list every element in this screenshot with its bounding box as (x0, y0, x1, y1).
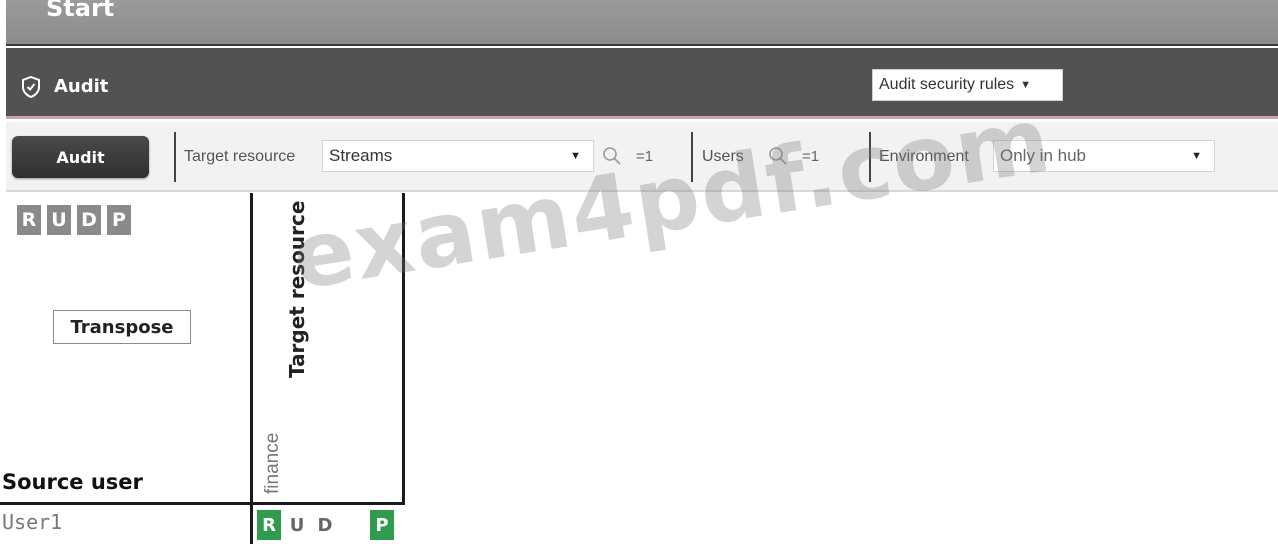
start-title[interactable]: Start (46, 0, 114, 22)
legend-delete: D (77, 205, 101, 235)
grid-line (250, 193, 253, 544)
permission-read-granted[interactable]: R (257, 510, 281, 540)
permission-delete-denied[interactable]: D (313, 510, 337, 540)
column-header-finance[interactable]: finance (258, 384, 288, 494)
start-bar: Start (6, 0, 1278, 46)
legend-read: R (17, 205, 41, 235)
permission-update-denied[interactable]: U (285, 510, 309, 540)
target-resource-label: Target resource (184, 148, 296, 165)
grid-line (0, 502, 405, 505)
source-user-header: Source user (2, 470, 143, 494)
audit-button[interactable]: Audit (12, 136, 149, 178)
shield-icon (22, 76, 40, 98)
legend-publish: P (107, 205, 131, 235)
page-title: Audit (54, 76, 109, 97)
legend-update: U (47, 205, 71, 235)
audit-rules-dropdown-label: Audit security rules (879, 76, 1015, 93)
row-user[interactable]: User1 (2, 510, 62, 534)
audit-header: Audit Audit security rules ▼ (6, 48, 1278, 119)
permission-publish-granted[interactable]: P (370, 510, 394, 540)
chevron-down-icon: ▼ (1191, 150, 1202, 162)
toolbar-divider (174, 132, 176, 182)
target-resource-value: Streams (329, 146, 393, 165)
transpose-button[interactable]: Transpose (53, 310, 191, 344)
